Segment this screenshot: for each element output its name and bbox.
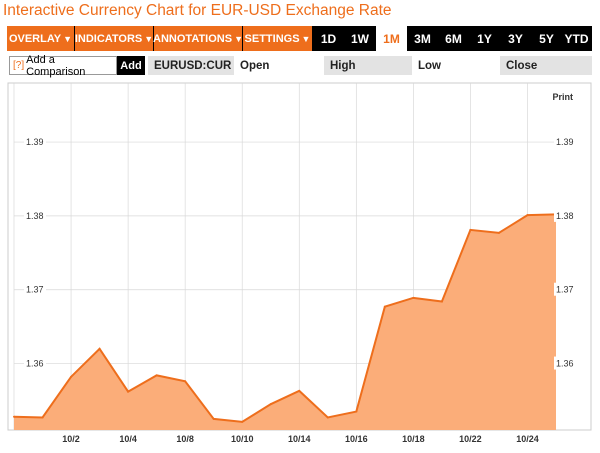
- quote-bar: [?] Add a Comparison Add EURUSD:CUR Open…: [7, 53, 592, 78]
- y-tick-label-left: 1.37: [26, 285, 44, 295]
- data-point: [70, 375, 73, 378]
- data-point: [241, 420, 244, 423]
- page-title: Interactive Currency Chart for EUR-USD E…: [3, 2, 392, 19]
- data-point: [526, 214, 529, 217]
- data-point: [13, 415, 15, 418]
- y-tick-label-left: 1.38: [26, 211, 44, 221]
- range-1d-button[interactable]: 1D: [313, 26, 344, 51]
- range-1m-button[interactable]: 1M: [376, 26, 407, 51]
- data-point: [355, 410, 358, 413]
- high-label: High: [324, 56, 412, 75]
- indicators-menu[interactable]: INDICATORS ▼: [75, 26, 154, 51]
- range-5y-button[interactable]: 5Y: [531, 26, 562, 51]
- overlay-menu[interactable]: OVERLAY ▼: [7, 26, 75, 51]
- data-point: [440, 300, 443, 303]
- data-point: [127, 390, 130, 393]
- symbol-label: EURUSD:CUR: [148, 56, 234, 75]
- annotations-menu[interactable]: ANNOTATIONS ▼: [153, 26, 243, 51]
- range-1w-button[interactable]: 1W: [344, 26, 376, 51]
- close-label: Close: [500, 56, 592, 75]
- data-point: [184, 380, 187, 383]
- x-tick-label: 10/14: [288, 434, 311, 444]
- data-point: [212, 417, 215, 420]
- chevron-down-icon: ▼: [63, 33, 73, 44]
- y-tick-label-left: 1.36: [26, 359, 44, 369]
- overlay-menu-label: OVERLAY: [8, 32, 62, 45]
- x-tick-label: 10/16: [345, 434, 368, 444]
- y-tick-label-right: 1.38: [556, 211, 574, 221]
- x-tick-label: 10/18: [402, 434, 425, 444]
- data-point: [469, 228, 472, 231]
- add-comparison-field[interactable]: [?] Add a Comparison: [9, 53, 117, 78]
- x-tick-label: 10/2: [62, 434, 80, 444]
- chevron-down-icon: ▼: [144, 33, 154, 44]
- x-tick-label: 10/8: [176, 434, 194, 444]
- range-6m-button[interactable]: 6M: [438, 26, 469, 51]
- low-label: Low: [418, 59, 441, 72]
- range-1y-button[interactable]: 1Y: [469, 26, 500, 51]
- settings-menu-label: SETTINGS: [244, 32, 300, 45]
- chevron-down-icon: ▼: [234, 33, 243, 44]
- open-label: Open: [240, 59, 270, 72]
- y-tick-label-right: 1.36: [556, 359, 574, 369]
- settings-menu[interactable]: SETTINGS ▼: [243, 26, 313, 51]
- data-point: [326, 416, 329, 419]
- range-3y-button[interactable]: 3Y: [500, 26, 531, 51]
- data-point: [98, 347, 101, 350]
- data-point: [412, 296, 415, 299]
- data-point: [269, 403, 272, 406]
- help-icon[interactable]: [?]: [13, 60, 24, 71]
- data-point: [298, 389, 301, 392]
- add-comparison-label: Add a Comparison: [26, 53, 86, 78]
- x-tick-label: 10/22: [459, 434, 482, 444]
- print-link[interactable]: Print: [552, 92, 573, 102]
- y-tick-label-right: 1.37: [556, 285, 574, 295]
- data-point: [383, 305, 386, 308]
- annotations-menu-label: ANNOTATIONS: [153, 32, 233, 45]
- data-point: [155, 374, 158, 377]
- chevron-down-icon: ▼: [301, 33, 311, 44]
- y-tick-label-right: 1.39: [556, 137, 574, 147]
- data-point: [41, 416, 44, 419]
- y-tick-label-left: 1.39: [26, 137, 44, 147]
- data-point: [497, 231, 500, 234]
- range-ytd-button[interactable]: YTD: [562, 26, 591, 51]
- chart-toolbar: OVERLAY ▼ INDICATORS ▼ ANNOTATIONS ▼ SETTIN…: [7, 26, 592, 51]
- x-tick-label: 10/24: [516, 434, 539, 444]
- indicators-menu-label: INDICATORS: [74, 32, 143, 45]
- x-tick-label: 10/10: [231, 434, 254, 444]
- add-comparison-button[interactable]: Add: [117, 56, 145, 75]
- price-chart: Print 1.36 1.36 1.37 1.37 1.38 1.38 1.39 1.39 10…: [7, 82, 592, 444]
- x-tick-label: 10/4: [119, 434, 137, 444]
- range-3m-button[interactable]: 3M: [407, 26, 438, 51]
